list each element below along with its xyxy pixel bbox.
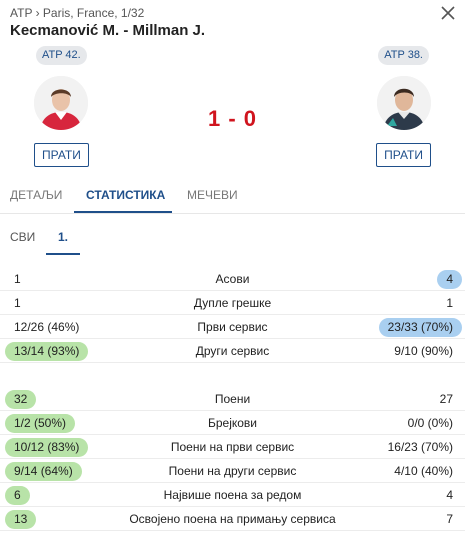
follow-right-button[interactable]: ПРАТИ [376,143,431,167]
right-player-rank: ATP 38. [378,46,429,65]
stat-row: 12/26 (46%) Први сервис 23/33 (70%) [0,315,465,339]
stat-right-value: 0/0 (0%) [407,416,453,430]
stat-right-value: 7 [446,512,453,526]
tab-details[interactable]: ДЕТАЉИ [10,188,62,202]
stat-right-value: 1 [446,296,453,310]
tab-statistics[interactable]: СТАТИСТИКА [86,188,165,202]
subtab-set-1[interactable]: 1. [58,230,68,244]
stat-right-value: 23/33 (70%) [378,318,462,337]
stat-right-value: 4 [446,488,453,502]
subtab-all[interactable]: СВИ [10,230,35,244]
stat-label: Брејкови [207,416,258,430]
stat-row: 1 Дупле грешке 1 [0,291,465,315]
stat-row: 1 Асови 4 [0,267,465,291]
close-icon [441,6,455,20]
breadcrumb[interactable]: ATP › Paris, France, 1/32 [10,6,144,20]
set-tabs: СВИ 1. [0,218,465,256]
match-title: Kecmanović M. - Millman J. [10,22,206,39]
stat-row: 10/12 (83%) Поени на први сервис 16/23 (70… [0,435,465,459]
stat-right-value: 4/10 (40%) [394,464,453,478]
stat-row: 13 Освојено поена на примању сервиса 7 [0,507,465,531]
stat-right-value: 27 [439,392,453,406]
stat-row: 1/2 (50%) Брејкови 0/0 (0%) [0,411,465,435]
left-player-rank: ATP 42. [36,46,87,65]
stat-label: Асови [215,272,250,286]
tab-matches[interactable]: МЕЧЕВИ [187,188,238,202]
stat-row: 9/14 (64%) Поени на други сервис 4/10 (40%… [0,459,465,483]
match-score: 1 - 0 [207,106,258,131]
stat-label: Освојено поена на примању сервиса [129,512,336,526]
follow-left-button[interactable]: ПРАТИ [34,143,89,167]
stat-right-value: 9/10 (90%) [394,344,453,358]
stat-label: Дупле грешке [193,296,272,310]
stat-label: Највише поена за редом [163,488,302,502]
stat-label: Поени [214,392,251,406]
stat-right-value: 4 [437,270,462,289]
main-tabs: ДЕТАЉИ СТАТИСТИКА МЕЧЕВИ [0,180,465,213]
tabs-divider [0,213,465,214]
stat-row: 6 Највише поена за редом 4 [0,483,465,507]
stat-right-value: 16/23 (70%) [387,440,453,454]
active-subtab-indicator [46,253,80,255]
stat-row: 13/14 (93%) Други сервис 9/10 (90%) [0,339,465,363]
stat-row: 32 Поени 27 [0,387,465,411]
close-button[interactable] [437,2,459,24]
